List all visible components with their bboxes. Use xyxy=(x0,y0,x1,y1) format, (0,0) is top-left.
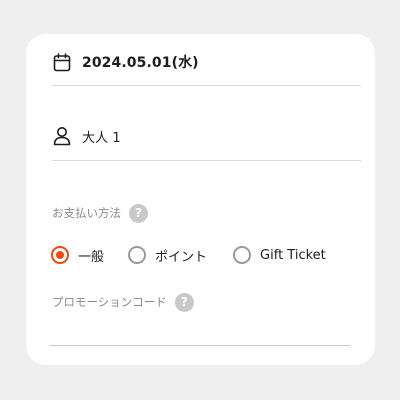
divider xyxy=(52,85,361,86)
calendar-icon xyxy=(52,52,72,72)
radio-unselected-icon[interactable] xyxy=(128,246,147,264)
radio-selected-icon[interactable] xyxy=(51,246,69,264)
promo-code-label: プロモーションコード ? xyxy=(52,291,194,313)
promo-code-label-text: プロモーションコード xyxy=(52,295,167,309)
divider xyxy=(52,160,361,161)
radio-option-gift-ticket[interactable]: Gift Ticket xyxy=(233,246,326,264)
radio-label: Gift Ticket xyxy=(260,247,326,263)
date-value: 2024.05.01(水) xyxy=(82,55,199,71)
guests-value: 大人 1 xyxy=(82,130,121,146)
radio-unselected-icon[interactable] xyxy=(233,246,252,264)
help-icon[interactable]: ? xyxy=(129,203,148,223)
payment-method-radio-group: 一般 ポイント Gift Ticket xyxy=(51,243,348,267)
person-icon xyxy=(52,126,72,146)
radio-label: ポイント xyxy=(155,249,208,265)
booking-card: 2024.05.01(水) 大人 1 お支払い方法 ? 一般 ポイント Gift… xyxy=(26,34,375,365)
help-icon[interactable]: ? xyxy=(174,292,194,312)
promo-code-input-underline[interactable] xyxy=(50,345,351,346)
radio-option-general[interactable]: 一般 xyxy=(51,246,104,265)
payment-method-label: お支払い方法 ? xyxy=(52,202,148,224)
date-row[interactable]: 2024.05.01(水) xyxy=(52,48,361,76)
guests-row[interactable]: 大人 1 xyxy=(52,122,361,150)
payment-method-label-text: お支払い方法 xyxy=(52,206,121,220)
radio-label: 一般 xyxy=(78,249,105,265)
radio-option-points[interactable]: ポイント xyxy=(128,246,207,265)
